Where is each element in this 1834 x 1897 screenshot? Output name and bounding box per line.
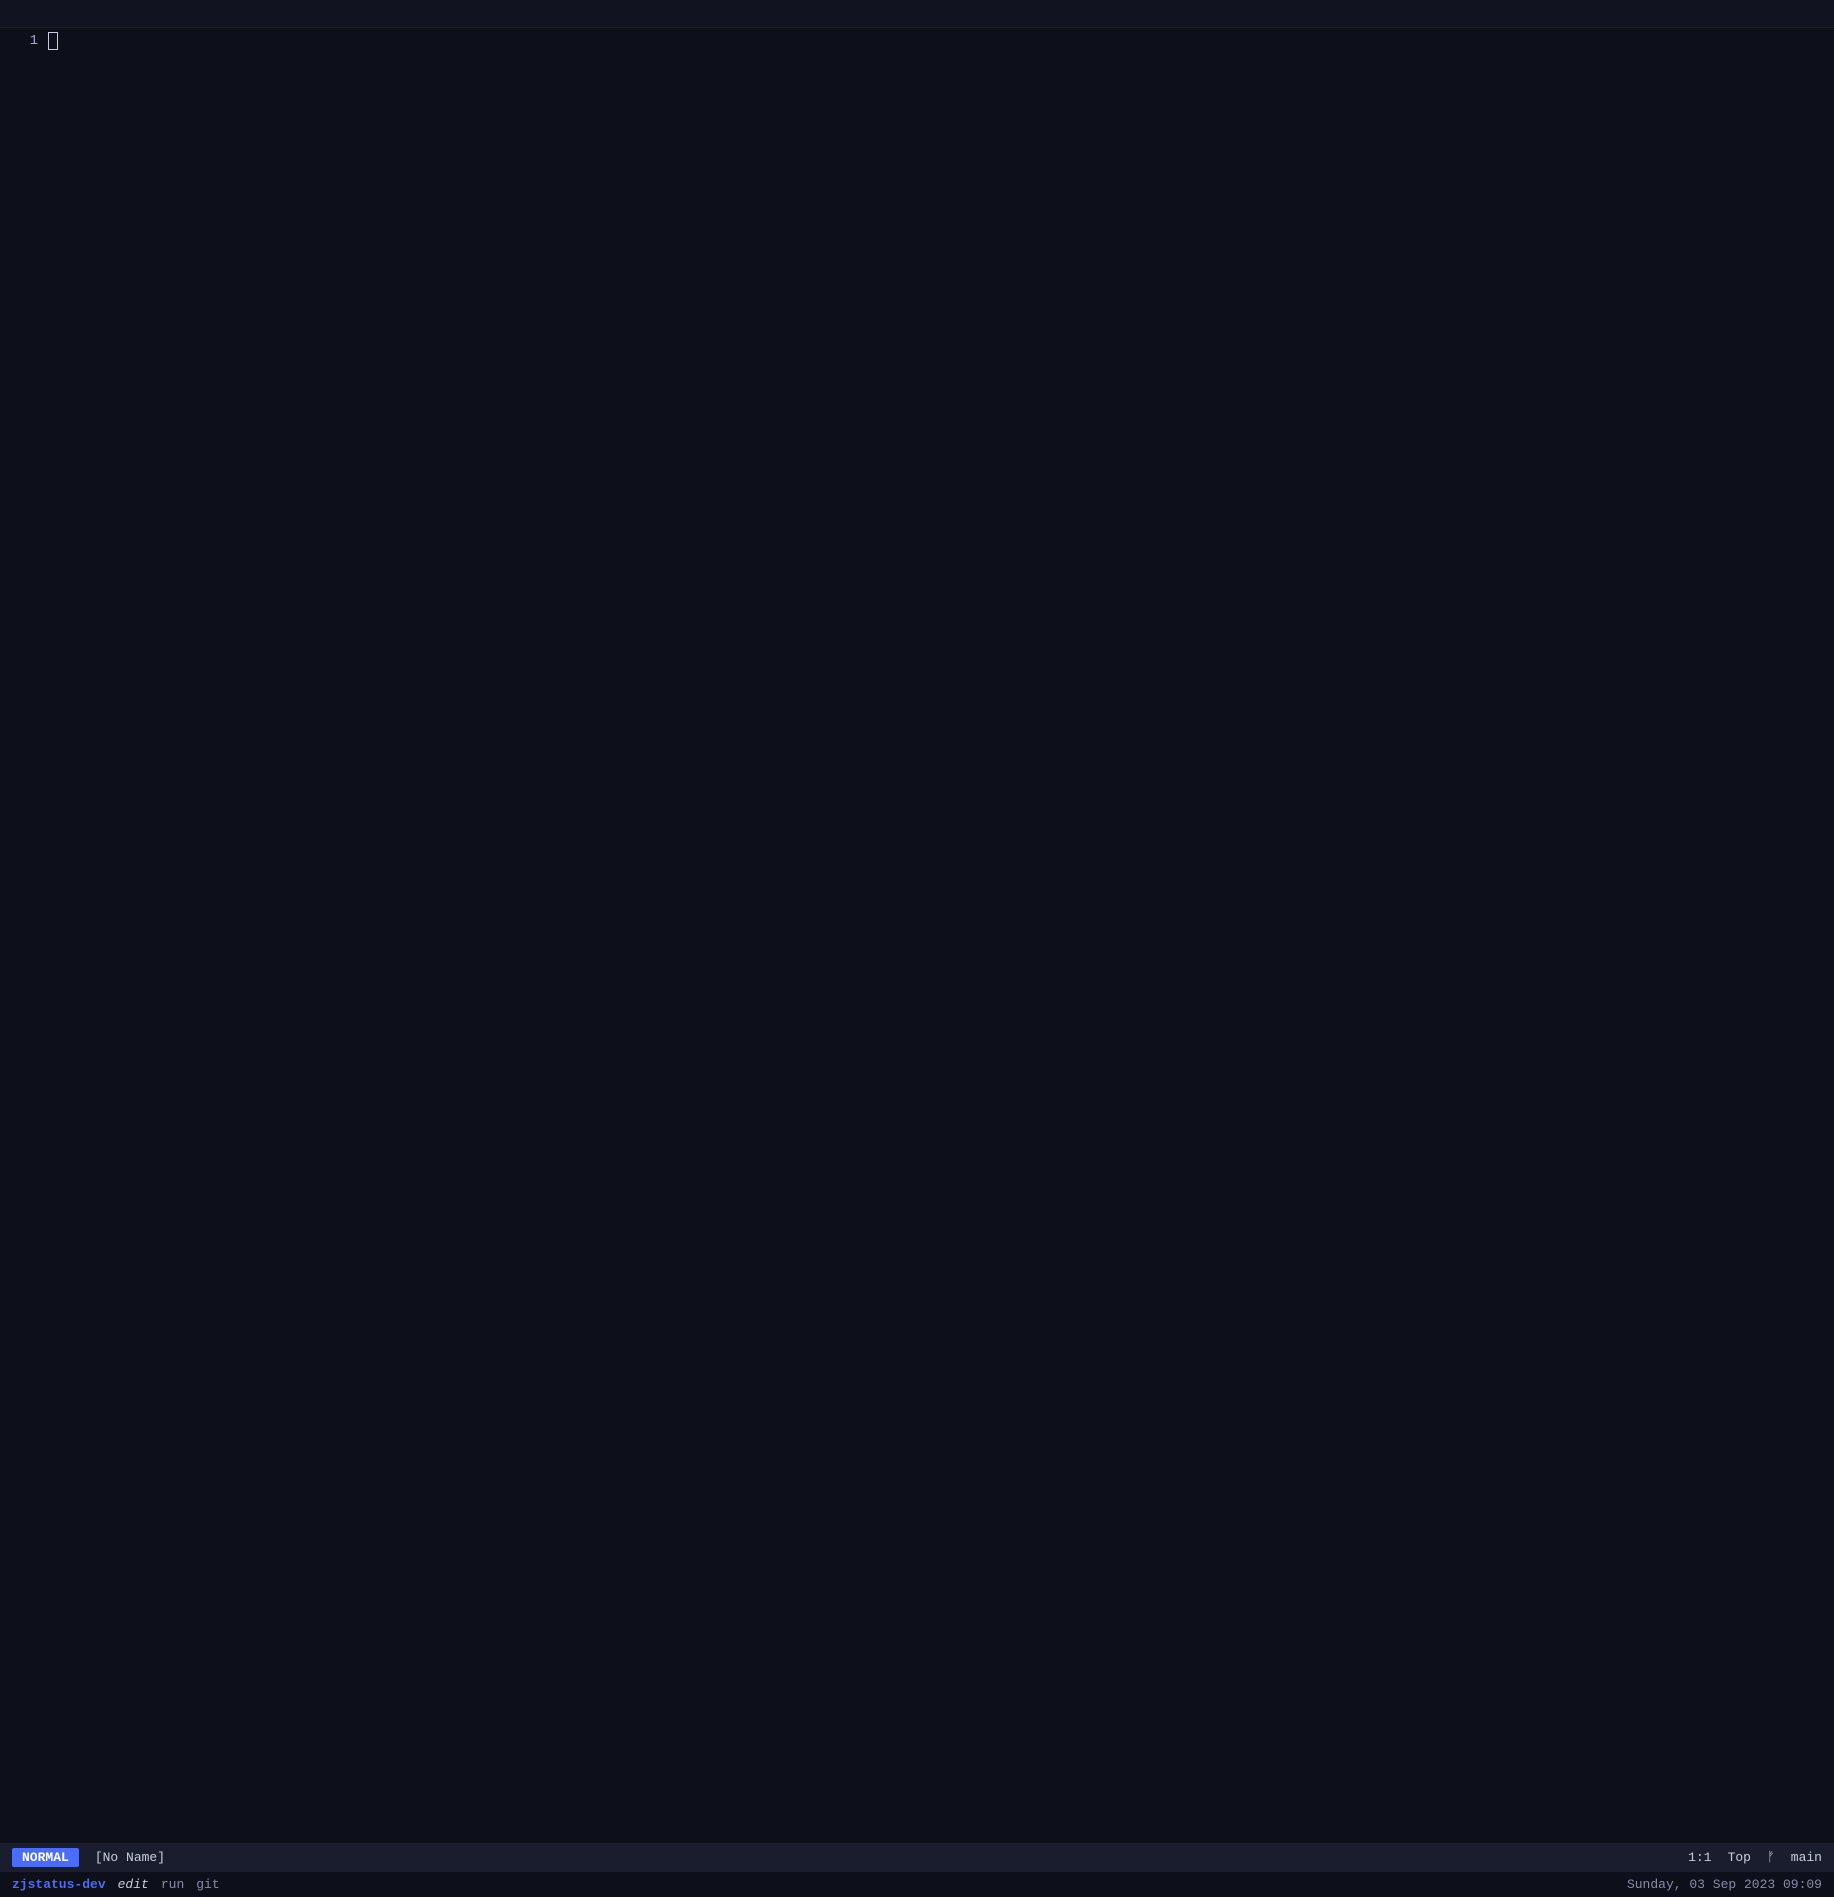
text-cursor [48,32,58,50]
status-bar-1: NORMAL [No Name] 1:1 Top ᚠ main [0,1843,1834,1871]
status-bar-2-left: zjstatus-dev edit run git [12,1877,220,1892]
app-name: zjstatus-dev [12,1877,106,1892]
git-label: git [196,1877,219,1892]
status-bar-2-right: Sunday, 03 Sep 2023 09:09 [1627,1877,1822,1892]
editor-mode: NORMAL [12,1848,79,1867]
git-branch: main [1791,1850,1822,1865]
scroll-position: Top [1728,1850,1751,1865]
status-bar-1-right: 1:1 Top ᚠ main [1688,1850,1822,1865]
status-bar-2: zjstatus-dev edit run git Sunday, 03 Sep… [0,1871,1834,1897]
editor-area[interactable]: 1 [0,28,1834,1843]
datetime: Sunday, 03 Sep 2023 09:09 [1627,1877,1822,1892]
run-label: run [161,1877,184,1892]
editor-content[interactable] [48,30,1834,52]
editor-filename: [No Name] [95,1850,165,1865]
cursor-position: 1:1 [1688,1850,1711,1865]
line-number-1: 1 [30,30,38,52]
status-bar-1-left: NORMAL [No Name] [12,1848,165,1867]
git-icon: ᚠ [1767,1850,1775,1865]
cursor-line [48,30,1834,52]
edit-label: edit [118,1877,149,1892]
tab-bar [0,0,1834,28]
line-numbers: 1 [0,28,48,52]
